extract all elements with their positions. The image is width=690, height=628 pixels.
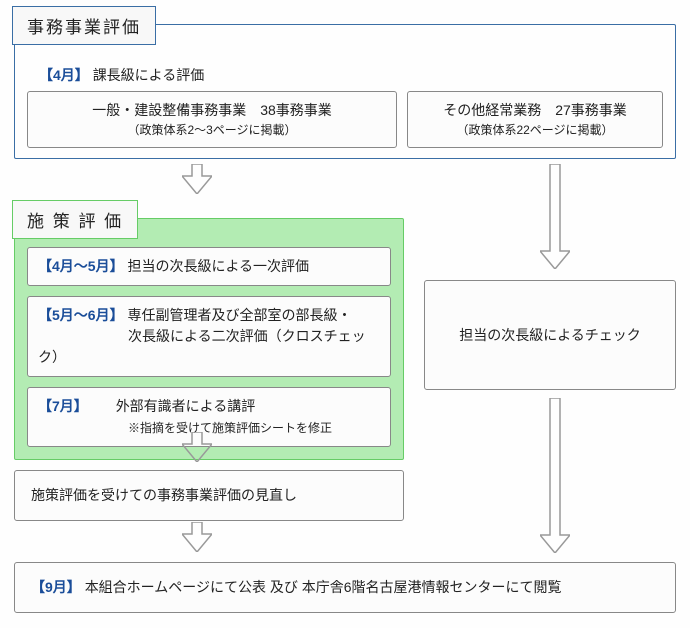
section2-step1-text: 担当の次長級による一次評価 — [127, 258, 309, 274]
arrow-down-icon — [182, 164, 212, 194]
section1-right-line2: （政策体系22ページに掲載） — [418, 121, 652, 139]
right-check-box: 担当の次長級によるチェック — [424, 280, 676, 390]
section2-title: 施 策 評 価 — [12, 200, 138, 239]
section1-left-line2: （政策体系2～3ページに掲載） — [38, 121, 386, 139]
section1-right-box: その他経常業務 27事務事業 （政策体系22ページに掲載） — [407, 91, 663, 148]
section2-step1-tag: 【4月～5月】 — [38, 258, 124, 274]
section1-right-line1: その他経常業務 27事務事業 — [418, 100, 652, 121]
final-tag: 【9月】 — [31, 579, 81, 595]
section2-step2: 【5月～6月】 専任副管理者及び全部室の部長級・ 次長級による二次評価（クロスチ… — [27, 296, 391, 377]
final-box: 【9月】 本組合ホームページにて公表 及び 本庁舎6階名古屋港情報センターにて閲… — [14, 562, 676, 613]
final-text: 本組合ホームページにて公表 及び 本庁舎6階名古屋港情報センターにて閲覧 — [85, 579, 562, 595]
section1-left-line1: 一般・建設整備事務事業 38事務事業 — [38, 100, 386, 121]
section1-left-box: 一般・建設整備事務事業 38事務事業 （政策体系2～3ページに掲載） — [27, 91, 397, 148]
section1-header-tag: 【4月】 — [39, 67, 89, 83]
review-box: 施策評価を受けての事務事業評価の見直し — [14, 470, 404, 521]
arrow-down-icon — [540, 398, 570, 553]
section2-step2-text2: 次長級による二次評価（クロスチェック） — [38, 328, 366, 365]
review-text: 施策評価を受けての事務事業評価の見直し — [31, 487, 297, 503]
section2-step3-note: ※指摘を受けて施策評価シートを修正 — [128, 421, 332, 435]
section2-step3-tag: 【7月】 — [38, 398, 88, 414]
right-check-text: 担当の次長級によるチェック — [459, 325, 641, 346]
section2-box: 【4月～5月】 担当の次長級による一次評価 【5月～6月】 専任副管理者及び全部… — [14, 218, 404, 460]
section2-step3-text: 外部有識者による講評 — [116, 398, 256, 414]
section1-header: 【4月】 課長級による評価 — [39, 65, 663, 85]
arrow-down-icon — [182, 522, 212, 552]
section1-title: 事務事業評価 — [12, 6, 156, 45]
section1-header-text: 課長級による評価 — [93, 67, 205, 83]
section2-step2-tag: 【5月～6月】 — [38, 307, 124, 323]
section2-step1: 【4月～5月】 担当の次長級による一次評価 — [27, 247, 391, 286]
arrow-down-icon — [540, 164, 570, 269]
section2-step2-text1: 専任副管理者及び全部室の部長級・ — [127, 307, 351, 323]
arrow-down-icon — [182, 432, 212, 462]
